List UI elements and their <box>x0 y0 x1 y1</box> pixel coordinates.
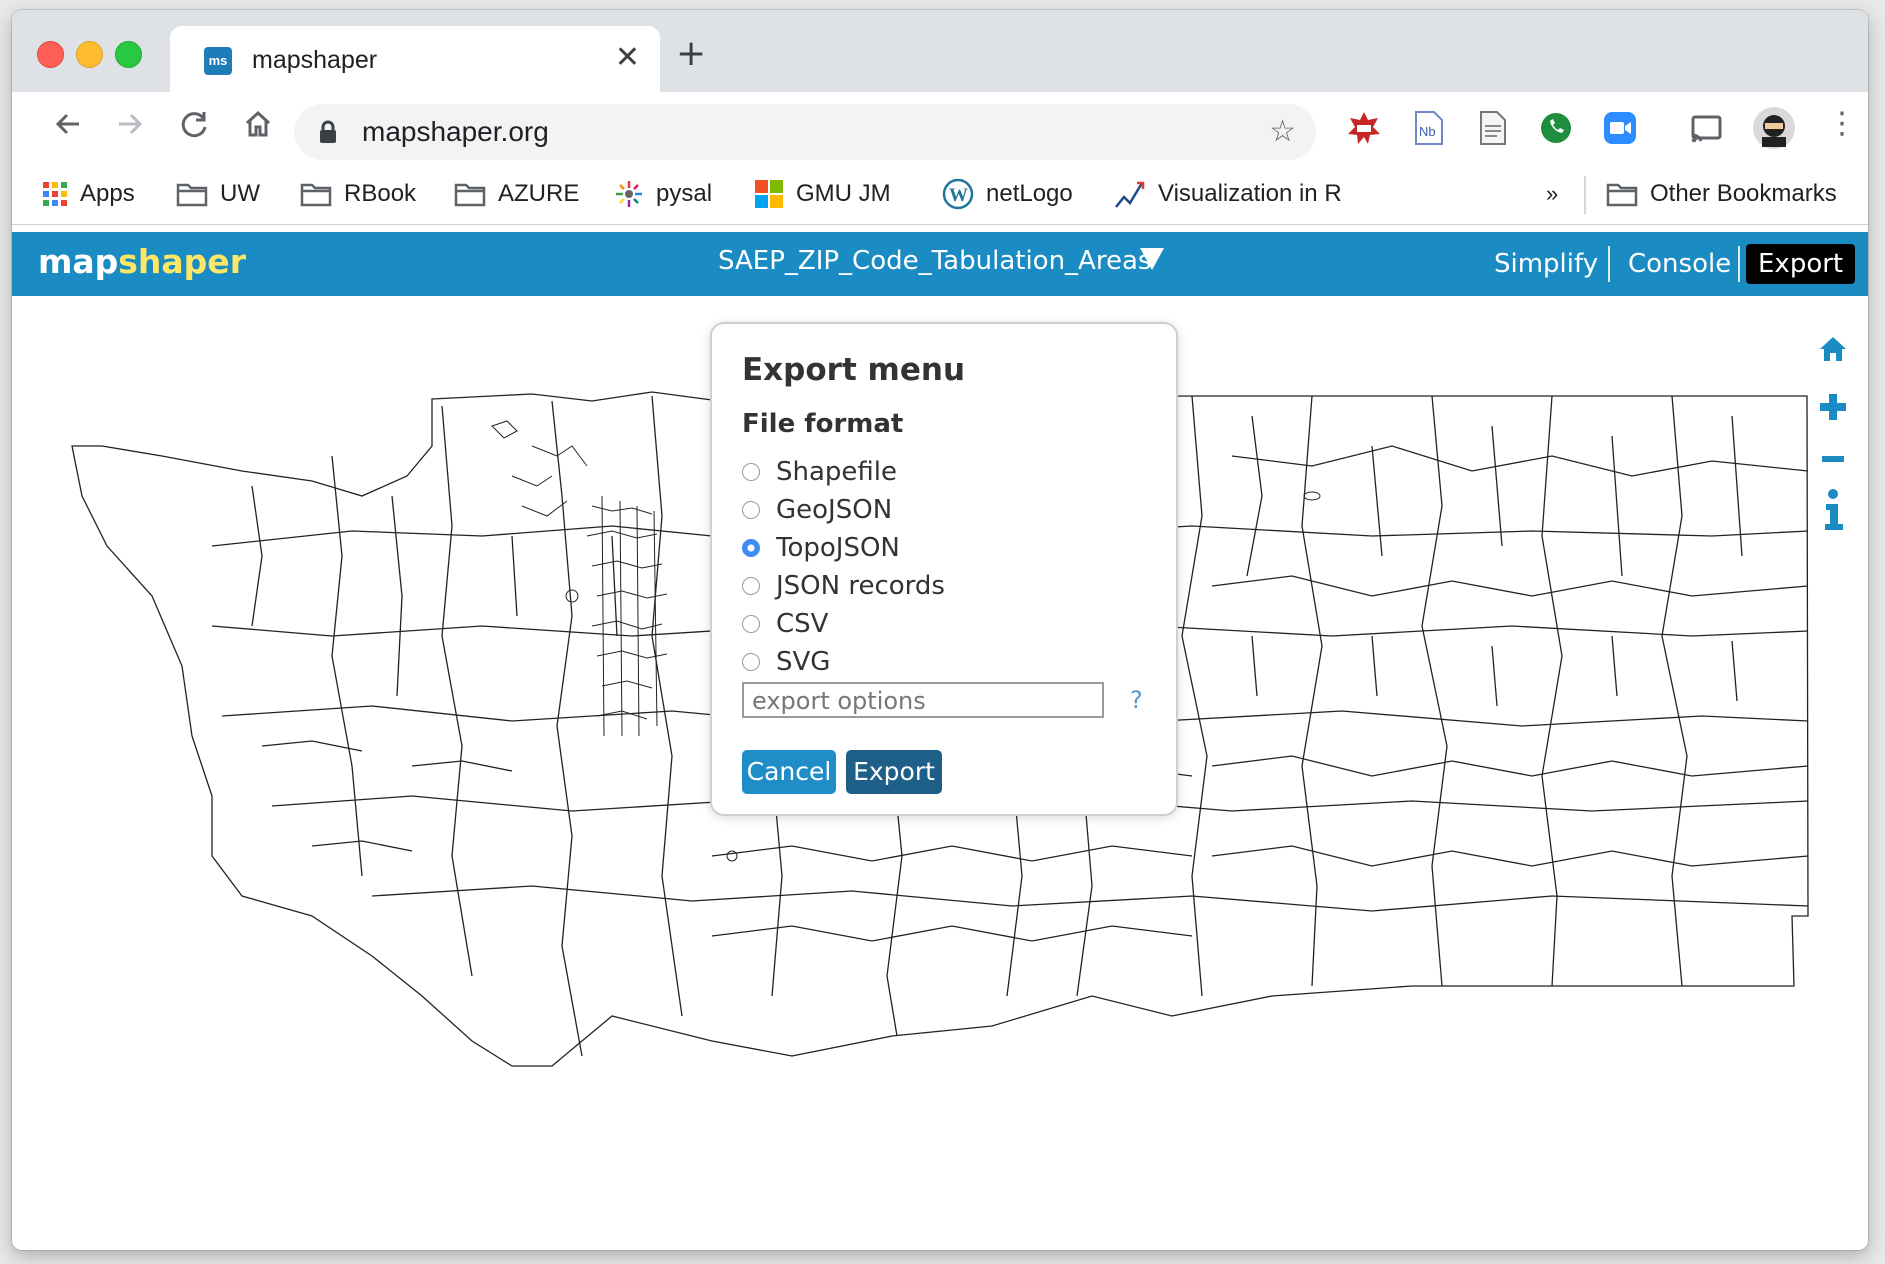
lock-icon <box>318 120 338 148</box>
browser-window: ms mapshaper ✕ + mapshaper.org ☆ Nb ⋮ Ap… <box>12 10 1868 1250</box>
bookmark-label: Apps <box>80 180 135 207</box>
profile-avatar[interactable] <box>1752 106 1796 150</box>
cast-icon[interactable] <box>1688 110 1724 146</box>
forward-icon[interactable] <box>108 106 152 150</box>
format-label: TopoJSON <box>776 533 900 563</box>
format-label: GeoJSON <box>776 495 893 525</box>
maximize-window-button[interactable] <box>115 41 142 68</box>
bookmark-label: UW <box>220 180 260 207</box>
cancel-button[interactable]: Cancel <box>742 750 836 794</box>
bookmark-label: netLogo <box>986 180 1073 207</box>
bookmark-netlogo[interactable]: W netLogo <box>942 176 1073 212</box>
bookmark-rbook[interactable]: RBook <box>300 176 416 212</box>
tab-title: mapshaper <box>252 46 378 74</box>
extension-phone-icon[interactable] <box>1538 110 1574 146</box>
export-menu-title: Export menu <box>742 352 966 388</box>
bookmark-label: RBook <box>344 180 417 207</box>
new-tab-button[interactable]: + <box>676 36 706 72</box>
bookmark-label: Other Bookmarks <box>1650 180 1837 207</box>
radio-button[interactable] <box>742 653 760 671</box>
bookmark-azure[interactable]: AZURE <box>454 176 579 212</box>
folder-icon <box>176 183 208 207</box>
bookmark-other-bookmarks[interactable]: Other Bookmarks <box>1606 176 1837 212</box>
tab-strip: ms mapshaper ✕ + <box>12 10 1868 92</box>
format-label: CSV <box>776 609 829 639</box>
format-label: SVG <box>776 647 831 677</box>
browser-tab[interactable]: ms mapshaper ✕ <box>170 26 660 92</box>
radio-button-selected[interactable] <box>742 539 760 557</box>
layer-dropdown-caret-icon[interactable] <box>1140 248 1164 270</box>
bookmark-pysal[interactable]: pysal <box>614 176 712 212</box>
browser-menu-icon[interactable]: ⋮ <box>1824 106 1860 142</box>
bookmarks-divider <box>1584 176 1586 214</box>
home-icon[interactable] <box>236 106 280 150</box>
tab-close-icon[interactable]: ✕ <box>615 40 640 75</box>
pysal-icon <box>616 181 642 207</box>
export-menu-dialog: Export menu File format Shapefile GeoJSO… <box>710 322 1178 816</box>
folder-icon <box>1606 183 1638 207</box>
file-format-label: File format <box>742 409 904 439</box>
bookmark-label: GMU JM <box>796 180 891 207</box>
header-divider <box>1738 246 1740 282</box>
console-button[interactable]: Console <box>1628 244 1731 284</box>
svg-text:Nb: Nb <box>1419 124 1436 139</box>
bookmark-star-icon[interactable]: ☆ <box>1269 114 1296 149</box>
header-divider <box>1608 246 1610 282</box>
export-button[interactable]: Export <box>846 750 942 794</box>
address-bar[interactable]: mapshaper.org ☆ <box>294 104 1316 160</box>
bookmark-visualization-in-r[interactable]: Visualization in R <box>1114 176 1342 212</box>
bookmark-gmu-jm[interactable]: GMU JM <box>754 176 891 212</box>
bookmark-uw[interactable]: UW <box>176 176 260 212</box>
mapshaper-logo: mapshaper <box>38 242 246 281</box>
help-icon[interactable]: ? <box>1130 686 1143 714</box>
bookmark-label: AZURE <box>498 180 580 207</box>
folder-icon <box>454 183 486 207</box>
export-options-input[interactable]: export options <box>742 682 1104 718</box>
extension-red-badge-icon[interactable] <box>1346 110 1382 146</box>
format-option-shapefile[interactable]: Shapefile <box>742 455 897 489</box>
radio-button[interactable] <box>742 501 760 519</box>
apps-grid-icon <box>43 182 67 206</box>
export-header-button[interactable]: Export <box>1746 244 1856 284</box>
svg-text:W: W <box>949 185 968 206</box>
format-label: Shapefile <box>776 457 898 487</box>
reload-icon[interactable] <box>172 106 216 150</box>
browser-toolbar: mapshaper.org ☆ Nb ⋮ <box>12 92 1868 168</box>
format-option-topojson[interactable]: TopoJSON <box>742 531 900 565</box>
format-option-svg[interactable]: SVG <box>742 645 830 679</box>
url-text: mapshaper.org <box>362 116 549 147</box>
wordpress-icon: W <box>942 178 974 210</box>
extension-nb-icon[interactable]: Nb <box>1410 110 1446 146</box>
folder-icon <box>300 183 332 207</box>
extension-zoom-icon[interactable] <box>1602 110 1638 146</box>
bookmark-label: Visualization in R <box>1158 180 1342 207</box>
bookmark-apps[interactable]: Apps <box>42 176 135 212</box>
simplify-button[interactable]: Simplify <box>1494 244 1598 284</box>
back-icon[interactable] <box>46 106 90 150</box>
format-option-csv[interactable]: CSV <box>742 607 828 641</box>
format-option-geojson[interactable]: GeoJSON <box>742 493 892 527</box>
microsoft-icon <box>755 180 783 208</box>
chart-line-icon <box>1115 181 1145 208</box>
radio-button[interactable] <box>742 463 760 481</box>
format-label: JSON records <box>776 571 945 601</box>
radio-button[interactable] <box>742 577 760 595</box>
extension-document-icon[interactable] <box>1474 110 1510 146</box>
mapshaper-favicon-icon: ms <box>204 47 232 75</box>
bookmarks-bar: Apps UW RBook AZURE pysal GMU JM W netLo… <box>12 168 1868 225</box>
minimize-window-button[interactable] <box>76 41 103 68</box>
mapshaper-header: mapshaper SAEP_ZIP_Code_Tabulation_Areas… <box>12 232 1868 296</box>
format-option-json-records[interactable]: JSON records <box>742 569 945 603</box>
logo-map: map <box>38 242 119 281</box>
layer-name-dropdown[interactable]: SAEP_ZIP_Code_Tabulation_Areas <box>718 246 1151 276</box>
bookmarks-overflow-button[interactable]: » <box>1546 176 1558 212</box>
radio-button[interactable] <box>742 615 760 633</box>
bookmark-label: pysal <box>656 180 713 207</box>
close-window-button[interactable] <box>37 41 64 68</box>
logo-shaper: shaper <box>118 242 246 281</box>
